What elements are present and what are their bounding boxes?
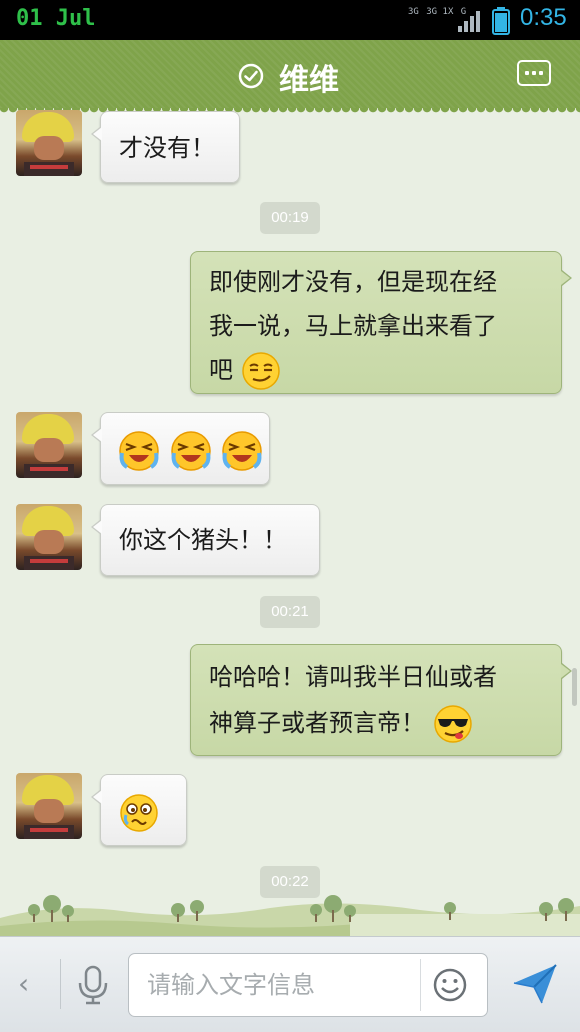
status-date: 01 Jul — [16, 6, 96, 31]
outgoing-message-bubble[interactable]: 哈哈哈！请叫我半日仙或者 神算子或者预言帝！ — [190, 644, 572, 756]
check-circle-icon — [238, 63, 264, 89]
incoming-message-bubble[interactable] — [91, 774, 187, 846]
scrollbar[interactable] — [572, 668, 577, 706]
message-text-line-with-emoji: 神算子或者预言帝！ — [209, 700, 561, 746]
avatar[interactable] — [16, 773, 82, 839]
more-icon-dot — [539, 71, 543, 75]
avatar[interactable] — [16, 412, 82, 478]
wronged-emoji-icon — [120, 794, 158, 832]
incoming-message-bubble[interactable]: 你这个猪头！！ — [91, 504, 320, 576]
smirk-emoji-icon — [241, 352, 280, 390]
status-time: 0:35 — [520, 4, 567, 31]
outgoing-message-bubble[interactable]: 即使刚才没有，但是现在经 我一说，马上就拿出来看了 吧 — [190, 251, 572, 394]
divider — [60, 959, 61, 1009]
chat-title: 维维 — [279, 63, 339, 98]
send-icon[interactable] — [512, 963, 558, 1005]
message-text-line: 神算子或者预言帝！ — [209, 709, 425, 737]
more-icon-dot — [532, 71, 536, 75]
message-text: 才没有！ — [119, 134, 215, 162]
message-text: 你这个猪头！！ — [119, 526, 287, 554]
avatar[interactable] — [16, 110, 82, 176]
laugh-tears-emoji-icon — [222, 431, 263, 471]
more-button[interactable] — [517, 60, 551, 86]
message-text-line: 即使刚才没有，但是现在经 — [209, 268, 497, 296]
more-icon-dot — [525, 71, 529, 75]
chat-area[interactable]: 才没有！ 00:19 即使刚才没有，但是现在经 我一说，马上就拿出来看了 吧 你… — [0, 108, 580, 933]
timestamp-badge: 00:19 — [260, 202, 320, 234]
sunglasses-emoji-icon — [433, 705, 472, 743]
network-label-3g: 3G — [408, 7, 419, 17]
message-text-line: 我一说，马上就拿出来看了 — [209, 312, 497, 340]
signal-icon — [458, 11, 480, 32]
battery-icon — [492, 7, 510, 35]
incoming-message-bubble[interactable] — [91, 412, 270, 485]
message-text-line: 吧 — [209, 356, 233, 384]
message-text-line: 哈哈哈！请叫我半日仙或者 — [209, 663, 497, 691]
microphone-icon[interactable] — [76, 965, 110, 1005]
incoming-message-bubble[interactable]: 才没有！ — [91, 111, 240, 183]
message-text-line-with-emoji: 吧 — [209, 348, 561, 392]
input-bar: ‹ — [0, 936, 580, 1032]
timestamp-badge: 00:21 — [260, 596, 320, 628]
laugh-tears-emoji-icon — [170, 431, 211, 471]
divider — [420, 959, 421, 1011]
status-bar: 01 Jul 3G 3G 1X G 0:35 — [0, 0, 580, 40]
collapse-back-button[interactable]: ‹ — [18, 967, 29, 1000]
landscape-decoration — [0, 895, 580, 936]
title-bar: 维维 — [0, 40, 580, 114]
avatar[interactable] — [16, 504, 82, 570]
network-label-3g1x: 3G 1X — [426, 7, 454, 17]
laugh-tears-emoji-icon — [119, 431, 159, 471]
emoji-smile-icon[interactable] — [432, 967, 468, 1003]
